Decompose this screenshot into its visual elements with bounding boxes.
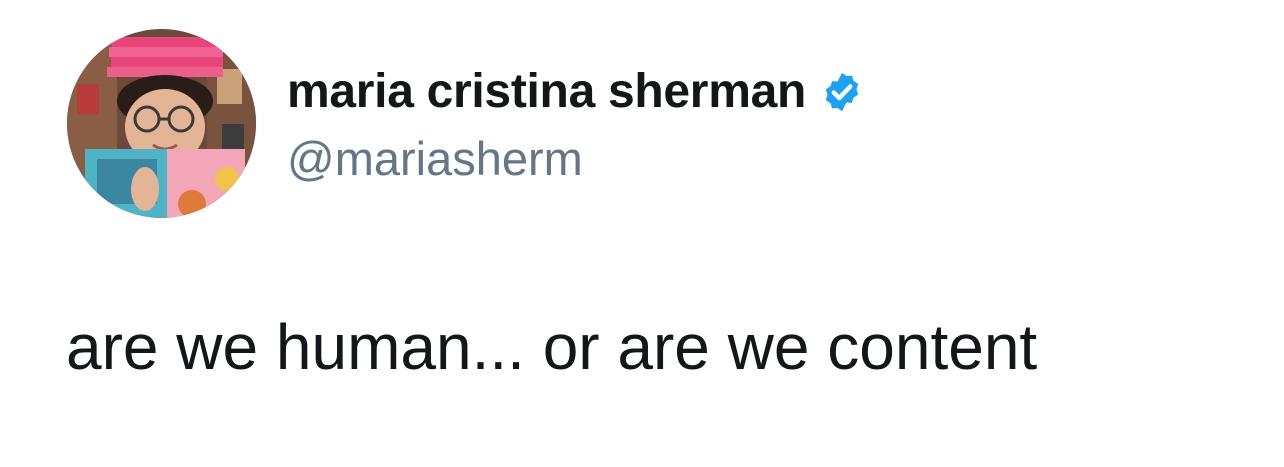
avatar-photo-icon: [67, 29, 256, 218]
tweet-text: are we human... or are we content: [66, 311, 1038, 383]
display-name[interactable]: maria cristina sherman: [287, 68, 806, 116]
tweet-card: maria cristina sherman @mariasherm are w…: [0, 0, 1284, 467]
avatar[interactable]: [67, 29, 256, 218]
author-handle[interactable]: @mariasherm: [287, 133, 583, 185]
author-name-row[interactable]: maria cristina sherman: [287, 62, 864, 122]
verified-badge-icon: [820, 70, 864, 114]
